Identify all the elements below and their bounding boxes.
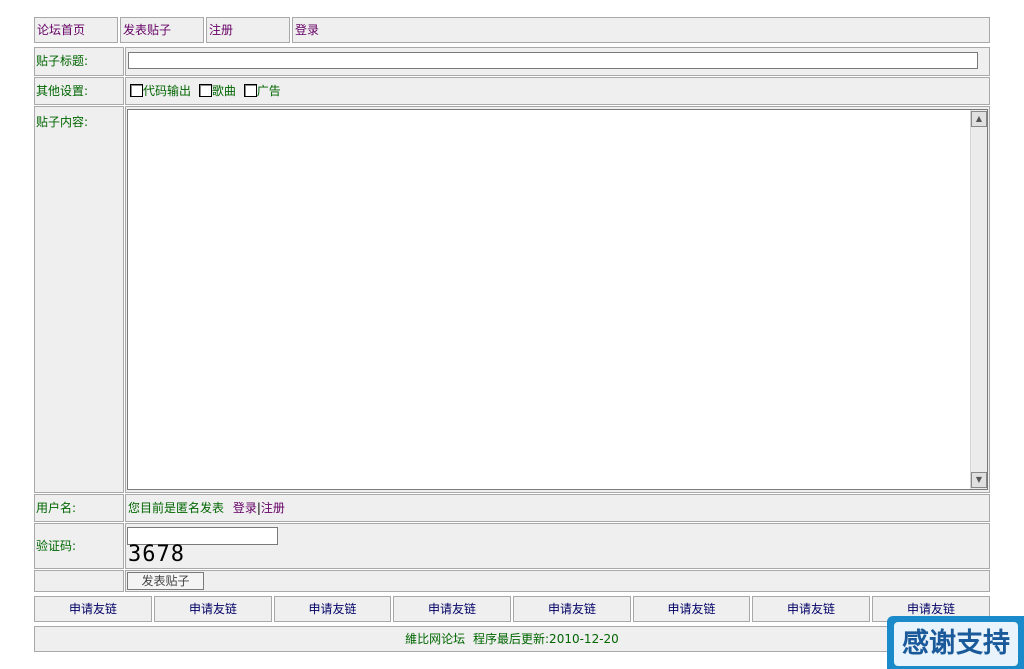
friend-link-3[interactable]: 申请友链 — [274, 596, 391, 622]
title-input[interactable] — [128, 52, 978, 69]
settings-label: 其他设置: — [36, 84, 89, 98]
captcha-label-cell: 验证码: — [34, 523, 124, 569]
submit-cell — [125, 570, 990, 592]
register-link[interactable]: 注册 — [261, 501, 285, 515]
content-scrollbar[interactable]: ▲ ▼ — [970, 110, 987, 489]
username-label-cell: 用户名: — [34, 494, 124, 522]
friend-link-1[interactable]: 申请友链 — [34, 596, 152, 622]
nav-register-link[interactable]: 注册 — [206, 17, 290, 43]
captcha-image: 3678 — [128, 542, 185, 567]
footer-site-name: 維比网论坛 — [405, 632, 466, 646]
content-label: 贴子内容: — [36, 115, 89, 129]
footer: 維比网论坛 程序最后更新:2010-12-20 — [34, 626, 990, 652]
code-output-checkbox[interactable] — [130, 84, 143, 97]
scroll-down-icon[interactable]: ▼ — [971, 472, 987, 488]
friend-link-5[interactable]: 申请友链 — [513, 596, 631, 622]
friend-link-4[interactable]: 申请友链 — [393, 596, 511, 622]
option-code-output[interactable]: 代码输出 — [130, 84, 191, 98]
submit-button[interactable]: 发表贴子 — [127, 572, 204, 590]
ad-label: 广告 — [256, 84, 281, 98]
username-cell: 您目前是匿名发表 登录|注册 — [125, 494, 990, 522]
anon-text: 您目前是匿名发表 — [128, 501, 225, 515]
nav-login-link[interactable]: 登录 — [292, 17, 990, 43]
thanks-badge-text: 感谢支持 — [894, 622, 1018, 666]
code-output-label: 代码输出 — [143, 84, 192, 98]
option-ad[interactable]: 广告 — [243, 84, 281, 98]
nav-post-link[interactable]: 发表贴子 — [120, 17, 204, 43]
submit-label-cell — [34, 570, 124, 592]
login-link[interactable]: 登录 — [233, 501, 257, 515]
content-textarea[interactable] — [127, 109, 988, 490]
option-song[interactable]: 歌曲 — [198, 84, 236, 98]
friend-link-2[interactable]: 申请友链 — [154, 596, 272, 622]
settings-cell: 代码输出 歌曲 广告 — [125, 77, 990, 105]
thanks-badge[interactable]: 感谢支持 — [887, 616, 1024, 669]
captcha-label: 验证码: — [36, 539, 77, 553]
content-label-cell: 贴子内容: — [34, 106, 124, 493]
friend-link-7[interactable]: 申请友链 — [752, 596, 870, 622]
title-label-cell: 贴子标题: — [34, 47, 124, 76]
settings-label-cell: 其他设置: — [34, 77, 124, 105]
nav-home-link[interactable]: 论坛首页 — [34, 17, 118, 43]
title-label: 贴子标题: — [36, 54, 89, 68]
footer-updated: 程序最后更新:2010-12-20 — [473, 632, 619, 646]
scroll-up-icon[interactable]: ▲ — [971, 111, 987, 127]
ad-checkbox[interactable] — [243, 84, 257, 97]
friend-link-6[interactable]: 申请友链 — [633, 596, 750, 622]
song-checkbox[interactable] — [198, 84, 212, 97]
username-label: 用户名: — [36, 501, 77, 515]
song-label: 歌曲 — [211, 84, 236, 98]
